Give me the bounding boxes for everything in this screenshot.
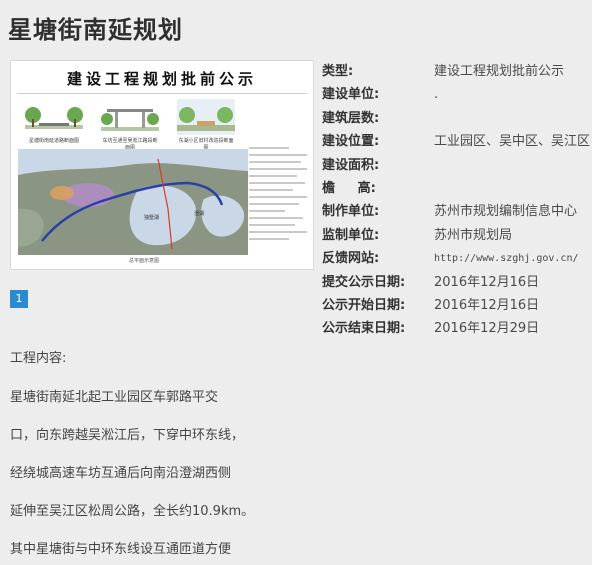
info-row-supervisor: 监制单位: 苏州市规划局 bbox=[322, 226, 588, 249]
info-row-start-date: 公示开始日期: 2016年12月16日 bbox=[322, 296, 588, 319]
info-label: 公示结束日期: bbox=[322, 321, 406, 337]
content-paragraph: 延伸至吴江区松周公路，全长约10.9km。 bbox=[10, 504, 255, 519]
info-value: 2016年12月29日 bbox=[434, 321, 540, 337]
page-1-button[interactable]: 1 bbox=[10, 290, 28, 308]
info-label: 建设位置: bbox=[322, 134, 380, 150]
info-label: 反馈网站: bbox=[322, 251, 380, 267]
project-info-table: 类型: 建设工程规划批前公示 建设单位: . 建筑层数: 建设位置: 工业园区、… bbox=[322, 62, 591, 343]
svg-text:澄湖: 澄湖 bbox=[194, 210, 204, 217]
info-row-end-date: 公示结束日期: 2016年12月29日 bbox=[322, 319, 588, 342]
content-paragraph: 星塘街南延北起工业园区车郭路平交 bbox=[10, 390, 219, 405]
info-label: 建设面积: bbox=[322, 157, 380, 173]
cross-section-2 bbox=[101, 109, 159, 131]
cross-section-1-label: 星塘街南延道路断面图 bbox=[28, 138, 79, 144]
preview-banner: 建设工程规划批前公示 bbox=[17, 65, 307, 94]
info-value: 工业园区、吴中区、吴江区 bbox=[434, 134, 591, 150]
info-label: 监制单位: bbox=[322, 227, 380, 243]
content-heading: 工程内容: bbox=[10, 351, 67, 366]
info-value: 建设工程规划批前公示 bbox=[434, 64, 565, 79]
content-paragraph: 经绕城高速车坊互通后向南沿澄湖西侧 bbox=[10, 466, 232, 481]
content-paragraph: 口，向东跨越吴淞江后，下穿中环东线， bbox=[10, 428, 245, 443]
cross-section-1 bbox=[25, 107, 83, 129]
content-paragraph: 其中星塘街与中环东线设互通匝道方便 bbox=[10, 542, 232, 557]
info-value: . bbox=[434, 87, 439, 103]
info-label: 公示开始日期: bbox=[322, 297, 406, 313]
preview-caption: 总平面示意图 bbox=[129, 258, 160, 264]
info-row-eave-height: 檐 高: bbox=[322, 179, 588, 202]
info-row-location: 建设位置: 工业园区、吴中区、吴江区 bbox=[322, 132, 591, 155]
info-label: 檐 高: bbox=[322, 180, 376, 196]
page-title: 星塘街南延规划 bbox=[8, 16, 183, 44]
info-value: 2016年12月16日 bbox=[434, 274, 540, 290]
info-row-producer: 制作单位: 苏州市规划编制信息中心 bbox=[322, 202, 588, 225]
info-label: 类型: bbox=[322, 64, 354, 79]
cross-section-3 bbox=[177, 99, 235, 135]
info-label: 制作单位: bbox=[322, 204, 380, 220]
info-value: 2016年12月16日 bbox=[434, 297, 540, 313]
route-map: 澄湖 独墅湖 bbox=[18, 149, 248, 255]
plan-preview-image[interactable]: 建设工程规划批前公示 星塘街南延道路断面图 车坊互通至吴淞江路段断面图 东湖小区… bbox=[10, 60, 314, 270]
info-row-type: 类型: 建设工程规划批前公示 bbox=[322, 62, 588, 85]
info-label: 提交公示日期: bbox=[322, 274, 406, 290]
feedback-website-link[interactable]: http://www.szghj.gov.cn/ bbox=[434, 249, 579, 269]
svg-text:独墅湖: 独墅湖 bbox=[144, 214, 159, 221]
preview-notes bbox=[249, 147, 309, 245]
info-row-submit-date: 提交公示日期: 2016年12月16日 bbox=[322, 273, 588, 296]
info-row-feedback: 反馈网站: http://www.szghj.gov.cn/ bbox=[322, 249, 588, 272]
info-label: 建设单位: bbox=[322, 87, 380, 103]
info-row-developer: 建设单位: . bbox=[322, 85, 588, 108]
info-row-floors: 建筑层数: bbox=[322, 109, 588, 132]
info-value: 苏州市规划编制信息中心 bbox=[434, 204, 578, 220]
info-value: 苏州市规划局 bbox=[434, 227, 513, 243]
info-row-area: 建设面积: bbox=[322, 156, 588, 179]
info-label: 建筑层数: bbox=[322, 110, 380, 126]
